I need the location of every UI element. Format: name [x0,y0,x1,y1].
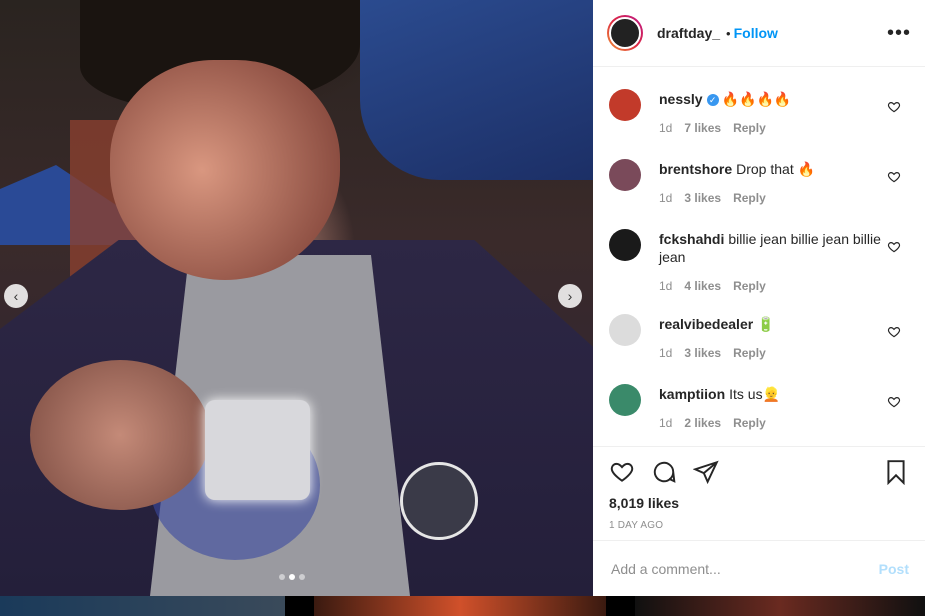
comment-time[interactable]: 1d [659,191,672,205]
commenter-avatar[interactable] [609,89,641,121]
commenter-avatar[interactable] [609,159,641,191]
comment-meta: 1d 4 likes Reply [659,279,885,293]
comment-meta: 1d 7 likes Reply [659,121,885,135]
commenter-username[interactable]: brentshore [659,161,732,177]
comment-composer: Post [593,540,925,596]
background-thumbnail [0,596,285,616]
comment-text-block: realvibedealer 🔋 [659,315,885,333]
comment-reply-button[interactable]: Reply [733,279,766,293]
post-photo[interactable]: ‹ › [0,0,593,596]
comment-body: 🔥🔥🔥🔥 [721,91,792,107]
comment-item: fckshahdi billie jean billie jean billie … [593,208,925,293]
bookmark-icon[interactable] [883,459,909,485]
comment-reply-button[interactable]: Reply [733,191,766,205]
comment-icon[interactable] [651,459,677,485]
comment-list: nessly ✓ 🔥🔥🔥🔥 1d 7 likes Reply brentshore Drop … [593,68,925,446]
comment-like-heart-icon[interactable] [887,395,901,409]
comment-like-heart-icon[interactable] [887,170,901,184]
commenter-avatar[interactable] [609,314,641,346]
comment-text-block: fckshahdi billie jean billie jean billie … [659,230,885,266]
carousel-next-button[interactable]: › [558,284,582,308]
comment-time[interactable]: 1d [659,121,672,135]
comment-time[interactable]: 1d [659,279,672,293]
comment-like-heart-icon[interactable] [887,325,901,339]
commenter-username[interactable]: realvibedealer [659,316,753,332]
share-icon[interactable] [693,459,719,485]
post-header: draftday_ • Follow ••• [593,0,925,67]
more-options-icon[interactable]: ••• [887,22,911,45]
comment-item: nessly ✓ 🔥🔥🔥🔥 1d 7 likes Reply [593,68,925,138]
comment-text-block: nessly ✓ 🔥🔥🔥🔥 [659,90,885,108]
author-avatar[interactable] [607,15,643,51]
comment-body: Its us👱 [729,386,781,402]
follow-button[interactable]: Follow [734,25,778,41]
comment-item: brentshore Drop that 🔥 1d 3 likes Reply [593,138,925,208]
carousel-dot [289,574,295,580]
verified-badge-icon: ✓ [706,94,719,107]
background-thumbnail [635,596,925,616]
hand [30,360,210,510]
background-umbrella [360,0,593,180]
comment-input[interactable] [609,559,879,578]
comment-reply-button[interactable]: Reply [733,121,766,135]
comment-text-block: brentshore Drop that 🔥 [659,160,885,178]
comment-likes[interactable]: 3 likes [684,191,721,205]
comment-reply-button[interactable]: Reply [733,416,766,430]
comment-like-heart-icon[interactable] [887,100,901,114]
chain-pendant [205,400,310,500]
post-date: 1 DAY AGO [609,520,664,531]
comment-item: kamptiion Its us👱 1d 2 likes Reply [593,363,925,433]
comment-likes[interactable]: 4 likes [684,279,721,293]
comment-item: realvibedealer 🔋 1d 3 likes Reply [593,293,925,363]
chevron-left-icon: ‹ [13,288,19,304]
comment-body: Drop that 🔥 [736,161,816,177]
post-comment-button[interactable]: Post [879,561,909,577]
author-username[interactable]: draftday_ [657,25,720,41]
hoodie-patch [400,462,478,540]
comment-likes[interactable]: 2 likes [684,416,721,430]
comment-time[interactable]: 1d [659,416,672,430]
commenter-username[interactable]: kamptiion [659,386,725,402]
carousel-dot [299,574,305,580]
comment-reply-button[interactable]: Reply [733,346,766,360]
carousel-dot [279,574,285,580]
post-side-panel: draftday_ • Follow ••• nessly ✓ 🔥🔥🔥🔥 1d 7 li… [593,0,925,596]
face [110,60,340,280]
comment-meta: 1d 3 likes Reply [659,191,885,205]
commenter-avatar[interactable] [609,384,641,416]
commenter-avatar[interactable] [609,229,641,261]
header-separator: • [726,25,731,41]
comment-likes[interactable]: 3 likes [684,346,721,360]
commenter-username[interactable]: fckshahdi [659,231,724,247]
comment-like-heart-icon[interactable] [887,240,901,254]
like-count[interactable]: 8,019 likes [609,495,909,511]
comment-meta: 1d 3 likes Reply [659,346,885,360]
carousel-indicator [279,574,305,580]
heart-icon[interactable] [609,459,635,485]
carousel-prev-button[interactable]: ‹ [4,284,28,308]
background-thumbnail [314,596,606,616]
chevron-right-icon: › [567,288,573,304]
comment-text-block: kamptiion Its us👱 [659,385,885,403]
background-page-strip [0,596,925,616]
comment-likes[interactable]: 7 likes [684,121,721,135]
post-actions: 8,019 likes 1 DAY AGO [593,446,925,540]
comment-body: 🔋 [757,316,775,332]
commenter-username[interactable]: nessly [659,91,703,107]
comment-time[interactable]: 1d [659,346,672,360]
comment-meta: 1d 2 likes Reply [659,416,885,430]
